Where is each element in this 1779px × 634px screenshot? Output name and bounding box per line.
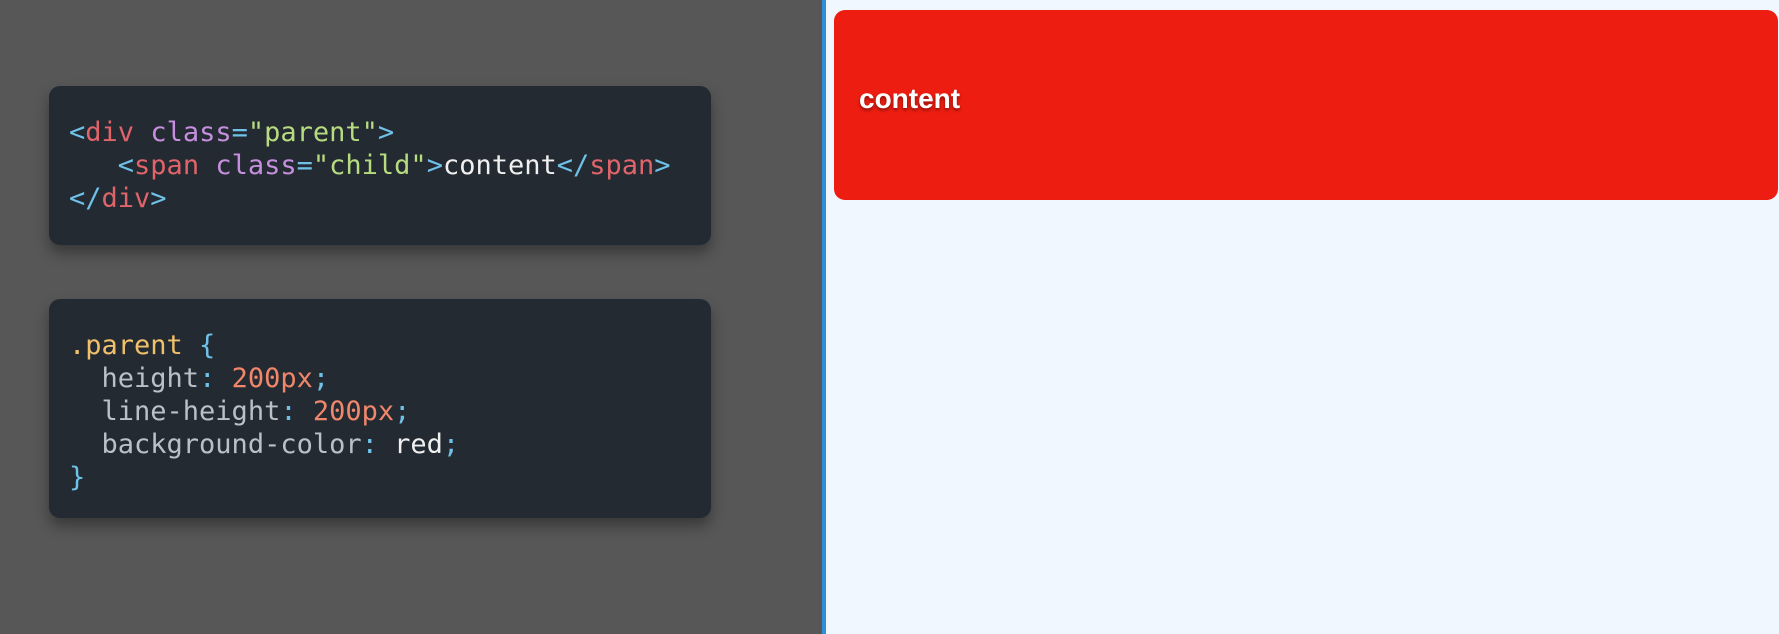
html-indent	[69, 150, 118, 181]
css-colon: :	[280, 396, 313, 427]
html-end-close-bracket: >	[150, 183, 167, 214]
html-space	[199, 150, 215, 181]
html-attribute-name: class	[215, 150, 297, 181]
html-code-line-3: </div>	[69, 182, 711, 215]
css-indent	[69, 429, 102, 460]
css-code-block: .parent { height: 200px; line-height: 20…	[49, 299, 711, 518]
css-selector: .parent	[69, 330, 183, 361]
html-equals: =	[231, 117, 248, 148]
css-colon: :	[361, 429, 395, 460]
html-end-tag-name: span	[589, 150, 655, 181]
css-declaration-height: height: 200px;	[69, 362, 711, 395]
html-code-block: <div class="parent"> <span class="child"…	[49, 86, 711, 245]
css-value: 200px	[312, 396, 395, 427]
parent-box: content	[834, 10, 1778, 200]
child-content-text: content	[859, 83, 961, 114]
html-end-close-bracket: >	[654, 150, 671, 181]
css-colon: :	[199, 363, 232, 394]
html-tag-name: span	[134, 150, 200, 181]
css-declaration-background-color: background-color: red;	[69, 428, 711, 461]
html-open-bracket: <	[117, 150, 135, 181]
css-declaration-line-height: line-height: 200px;	[69, 395, 711, 428]
html-equals: =	[296, 150, 313, 181]
html-attribute-name: class	[150, 117, 232, 148]
html-end-tag-name: div	[101, 183, 151, 214]
css-selector-line: .parent {	[69, 329, 711, 362]
html-close-bracket: >	[377, 117, 395, 148]
html-end-open-bracket: </	[69, 183, 102, 214]
html-open-bracket: <	[69, 117, 86, 148]
css-semicolon: ;	[442, 429, 460, 460]
css-value: 200px	[231, 363, 313, 394]
css-semicolon: ;	[312, 363, 330, 394]
html-attribute-value: "parent"	[247, 117, 378, 148]
html-code-line-2: <span class="child">content</span>	[69, 149, 711, 182]
css-property: background-color	[101, 429, 362, 460]
html-close-bracket: >	[426, 150, 443, 181]
html-attribute-value: "child"	[312, 150, 427, 181]
css-close-brace: }	[69, 462, 86, 493]
css-property: line-height	[101, 396, 281, 427]
css-open-brace: {	[182, 330, 216, 361]
html-tag-name: div	[85, 117, 135, 148]
html-code-line-1: <div class="parent">	[69, 116, 711, 149]
html-text-content: content	[442, 150, 557, 181]
css-semicolon: ;	[394, 396, 411, 427]
css-property: height	[101, 363, 200, 394]
code-editor-pane: <div class="parent"> <span class="child"…	[0, 0, 822, 634]
css-indent	[69, 396, 102, 427]
css-indent	[69, 363, 102, 394]
css-close-brace-line: }	[69, 461, 711, 494]
html-end-open-bracket: </	[556, 150, 590, 181]
html-space	[134, 117, 150, 148]
css-value: red	[394, 429, 443, 460]
